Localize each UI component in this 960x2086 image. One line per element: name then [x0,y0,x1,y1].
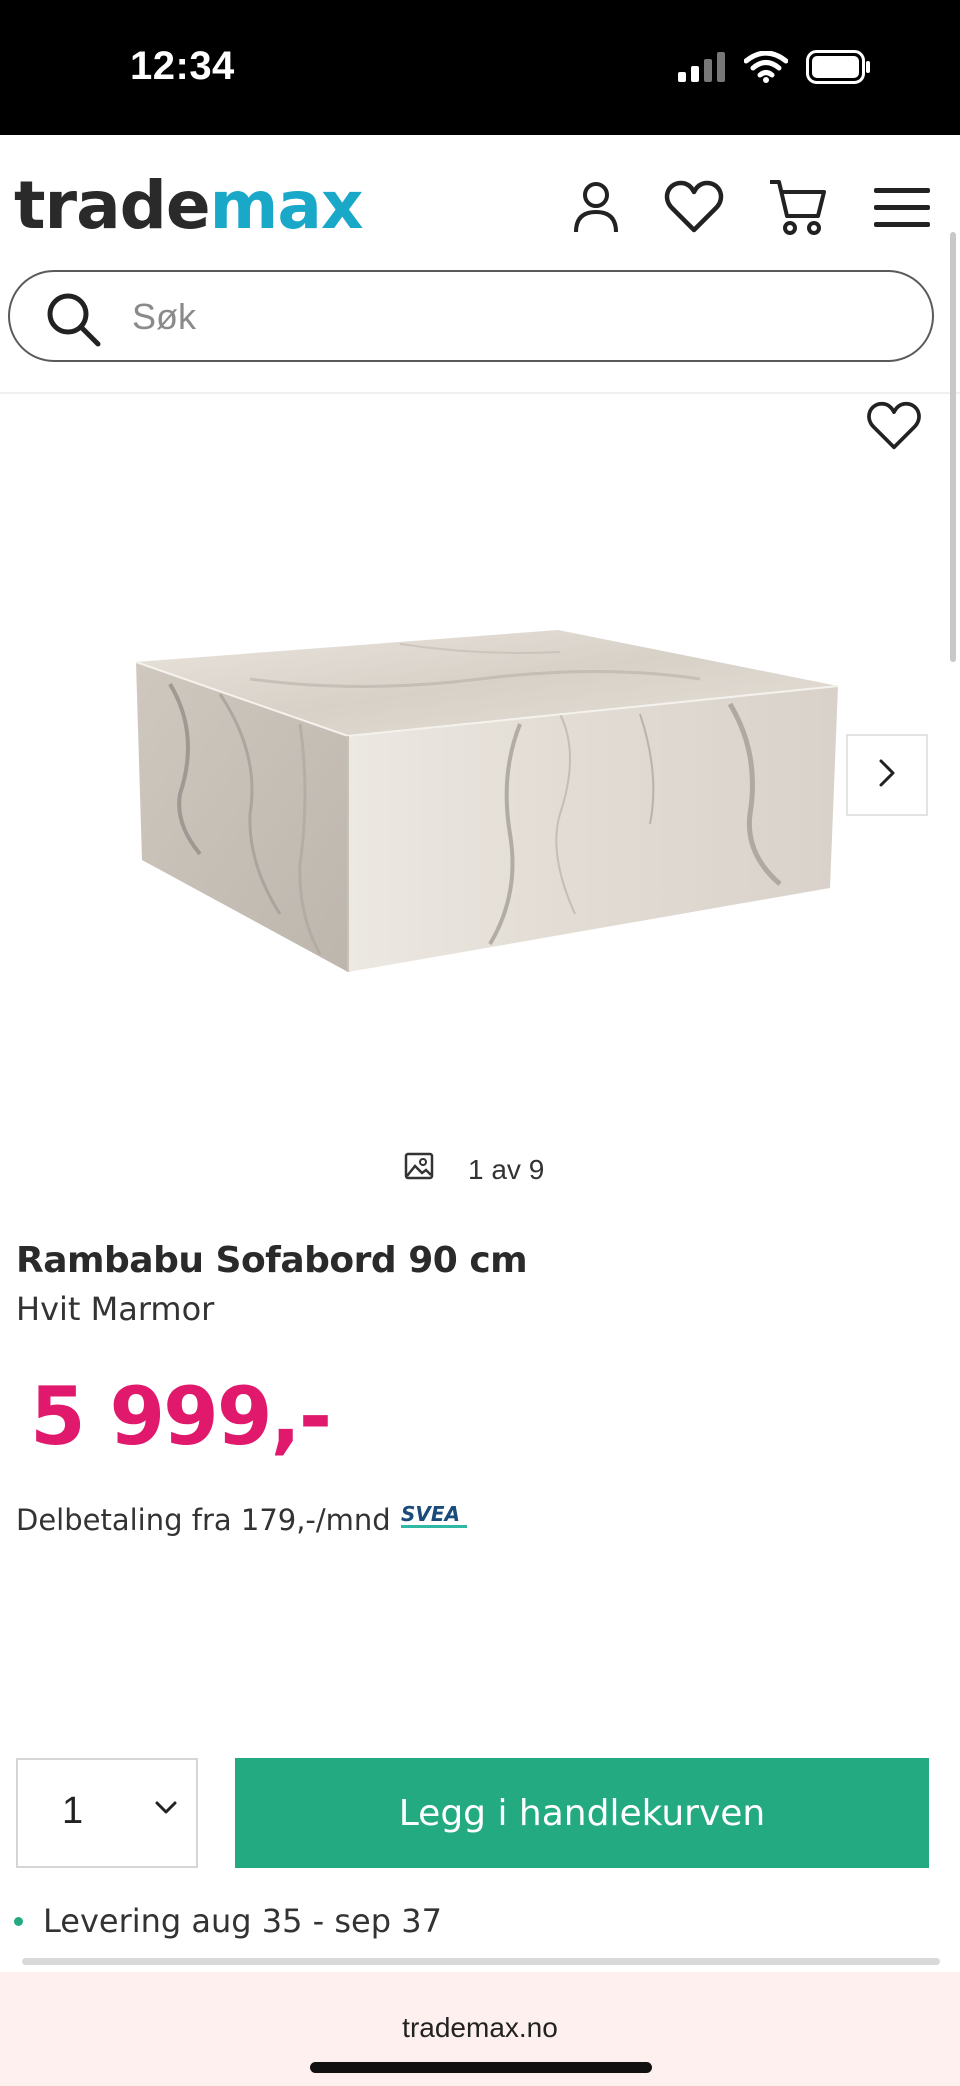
logo-text-trade: trade [14,167,211,244]
search-bar[interactable] [8,270,934,362]
search-input[interactable] [130,286,894,348]
add-to-wishlist-button[interactable] [862,398,926,458]
chevron-right-icon [876,758,898,793]
wifi-icon [743,50,789,88]
battery-icon [806,50,872,89]
logo-text-max: max [209,167,364,244]
quantity-value: 1 [62,1790,84,1832]
menu-icon[interactable] [870,175,934,239]
product-variant: Hvit Marmor [16,1290,215,1328]
image-icon [404,1152,434,1187]
installment-info: Delbetaling fra 179,-/mnd SVEA [16,1502,471,1537]
quantity-select[interactable]: 1 [16,1758,198,1868]
status-icons [678,50,872,89]
installment-text: Delbetaling fra 179,-/mnd [16,1502,391,1537]
product-gallery[interactable] [0,394,960,1194]
heart-icon [866,401,922,456]
signal-icon [678,52,726,87]
account-icon[interactable] [564,175,628,239]
gallery-next-button[interactable] [846,734,928,816]
delivery-text: Levering aug 35 - sep 37 [43,1902,442,1940]
browser-url[interactable]: trademax.no [0,2012,960,2044]
home-indicator[interactable] [310,2062,652,2073]
status-bar: 12:34 [0,0,960,135]
svg-text:SVEA: SVEA [401,1502,460,1526]
add-to-cart-button[interactable]: Legg i handlekurven [235,1758,929,1868]
wishlist-icon[interactable] [662,175,726,239]
trademax-logo[interactable]: trademax [14,167,364,244]
browser-address-bar[interactable]: trademax.no [0,1972,960,2086]
delivery-status-dot [14,1916,23,1926]
status-time: 12:34 [130,44,235,88]
svea-logo-icon: SVEA [400,1502,467,1528]
search-icon [44,290,102,353]
horizontal-scrollbar[interactable] [22,1958,940,1965]
delivery-info: Levering aug 35 - sep 37 [14,1902,442,1940]
product-price: 5 999,- [30,1370,332,1463]
cart-icon[interactable] [766,175,830,239]
image-counter: 1 av 9 [404,1152,544,1187]
image-counter-text: 1 av 9 [468,1153,545,1185]
product-title: Rambabu Sofabord 90 cm [16,1240,528,1281]
chevron-down-icon [154,1800,178,1821]
site-header: trademax [0,135,960,270]
product-image [135,630,839,972]
svea-logo: SVEA [400,1502,471,1537]
